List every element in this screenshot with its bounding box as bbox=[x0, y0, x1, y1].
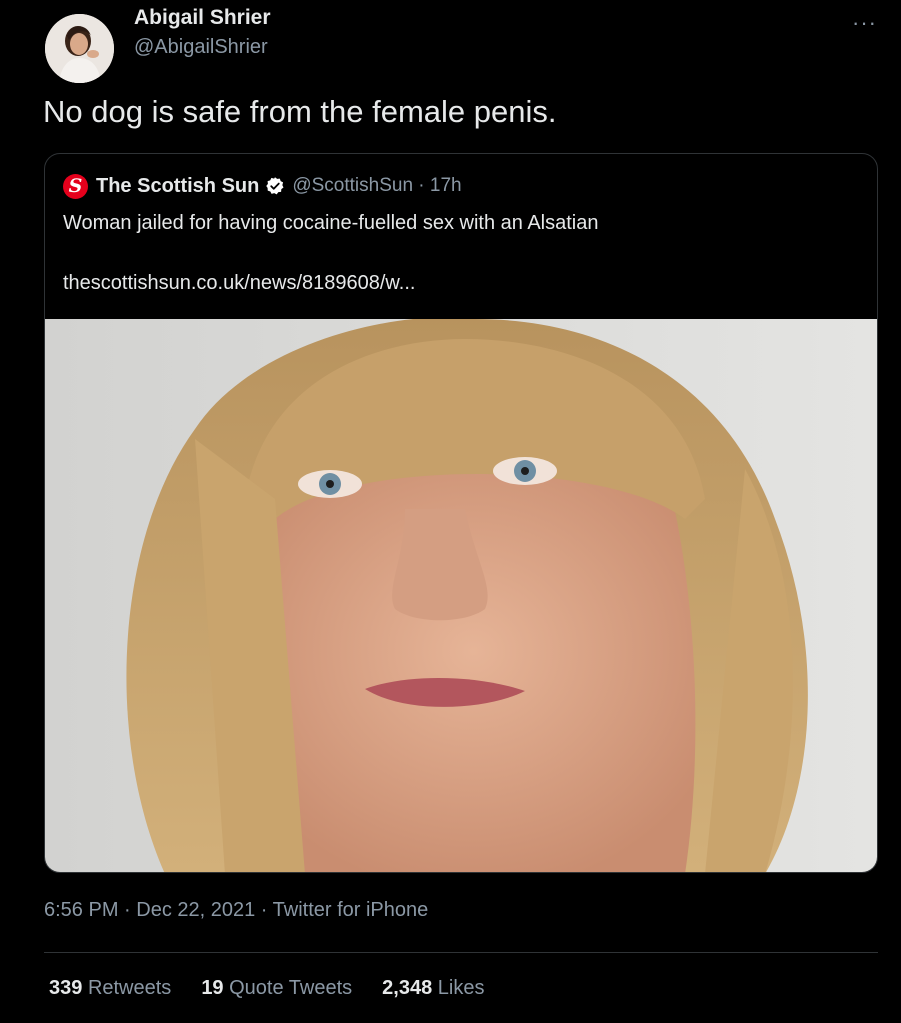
quoted-tweet-card[interactable]: S The Scottish Sun @ScottishSun · 17h Wo… bbox=[44, 153, 878, 873]
quoted-tweet-link[interactable]: thescottishsun.co.uk/news/8189608/w... bbox=[63, 272, 415, 295]
avatar-portrait-image bbox=[45, 14, 114, 83]
mugshot-photo[interactable] bbox=[45, 319, 878, 873]
scottish-sun-logo-icon: S bbox=[63, 173, 88, 199]
quoted-tweet-text: Woman jailed for having cocaine-fuelled … bbox=[63, 212, 599, 234]
divider bbox=[44, 952, 878, 953]
likes-count: 2,348 bbox=[382, 977, 433, 999]
likes-stat[interactable]: 2,348 Likes bbox=[382, 977, 484, 1000]
quote-tweets-label: Quote Tweets bbox=[229, 977, 353, 999]
author-name[interactable]: Abigail Shrier bbox=[134, 6, 271, 30]
likes-label: Likes bbox=[437, 977, 485, 999]
verified-badge-icon bbox=[266, 177, 284, 195]
retweets-count: 339 bbox=[49, 977, 83, 999]
author-avatar[interactable] bbox=[45, 14, 114, 83]
more-options-icon[interactable]: ··· bbox=[852, 10, 877, 36]
retweets-label: Retweets bbox=[87, 977, 172, 999]
quote-tweets-count: 19 bbox=[201, 977, 224, 999]
quoted-tweet-header: S The Scottish Sun @ScottishSun · 17h bbox=[63, 172, 462, 200]
retweets-stat[interactable]: 339 Retweets bbox=[49, 977, 171, 1000]
tweet-text: No dog is safe from the female penis. bbox=[43, 94, 557, 129]
author-handle[interactable]: @AbigailShrier bbox=[134, 36, 268, 59]
quoted-author-name[interactable]: The Scottish Sun bbox=[96, 175, 259, 198]
engagement-stats: 339 Retweets 19 Quote Tweets 2,348 Likes bbox=[49, 977, 515, 1000]
quoted-handle-time: @ScottishSun · 17h bbox=[292, 175, 462, 196]
quote-tweets-stat[interactable]: 19 Quote Tweets bbox=[201, 977, 352, 1000]
tweet-timestamp-source[interactable]: 6:56 PM · Dec 22, 2021 · Twitter for iPh… bbox=[44, 899, 428, 922]
